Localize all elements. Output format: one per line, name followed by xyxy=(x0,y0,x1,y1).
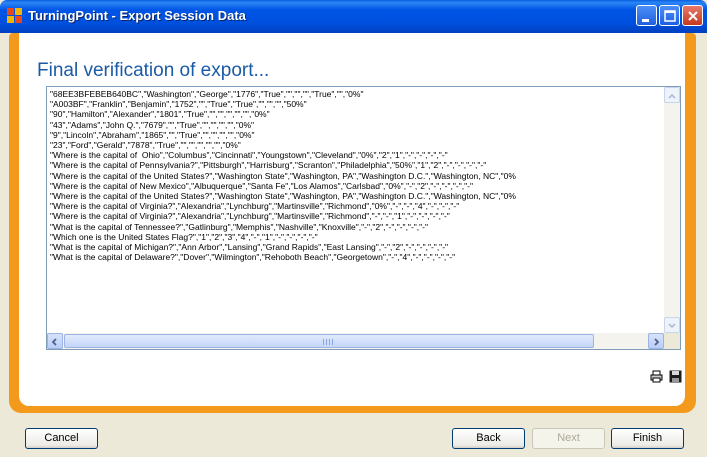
export-line: "Where is the capital of the United Stat… xyxy=(50,170,516,181)
export-line: "Where is the capital of Pennsylvania?",… xyxy=(50,160,487,171)
scroll-down-button[interactable] xyxy=(664,317,680,333)
vertical-scrollbar[interactable] xyxy=(664,87,680,333)
export-line: "What is the capital of Delaware?","Dove… xyxy=(50,252,456,263)
export-line: "Where is the capital of Virginia?","Ale… xyxy=(50,201,460,212)
export-line: "Where is the capital of Ohio","Columbus… xyxy=(50,150,448,161)
export-line: "90","Hamilton","Alexander","1801","True… xyxy=(50,109,270,120)
export-line: "Where is the capital of the United Stat… xyxy=(50,191,516,202)
minimize-button[interactable] xyxy=(636,5,657,26)
finish-button[interactable]: Finish xyxy=(611,428,684,449)
back-button[interactable]: Back xyxy=(452,428,525,449)
export-line: "9","Lincoln","Abraham","1865","","True"… xyxy=(50,129,255,140)
cancel-button[interactable]: Cancel xyxy=(25,428,98,449)
scroll-right-button[interactable] xyxy=(648,333,664,349)
export-preview-textarea[interactable]: "68EE3BFEBEB640BC","Washington","George"… xyxy=(46,86,681,350)
export-line: "68EE3BFEBEB640BC","Washington","George"… xyxy=(50,89,364,99)
print-icon[interactable] xyxy=(650,370,663,383)
scroll-up-button[interactable] xyxy=(664,87,680,103)
export-line: "Where is the capital of Virginia?","Ale… xyxy=(50,211,450,222)
maximize-button[interactable] xyxy=(659,5,680,26)
export-line: "Which one is the United States Flag?","… xyxy=(50,231,318,242)
horizontal-scrollbar[interactable] xyxy=(47,333,664,349)
export-line: "Where is the capital of New Mexico","Al… xyxy=(50,180,473,191)
scroll-left-button[interactable] xyxy=(47,333,63,349)
scrollbar-corner xyxy=(664,333,680,349)
turningpoint-app-icon xyxy=(7,8,22,23)
next-button[interactable]: Next xyxy=(532,428,605,449)
export-line: "43","Adams","John Q.","7679","","True",… xyxy=(50,119,255,130)
export-line: "23","Ford","Gerald","7878","True","",""… xyxy=(50,140,241,151)
export-line: "What is the capital of Tennessee?","Gat… xyxy=(50,221,429,232)
page-title: Final verification of export... xyxy=(37,60,270,81)
export-line: "A003BF","Franklin","Benjamin","1752",""… xyxy=(50,99,307,110)
save-icon[interactable] xyxy=(669,370,682,383)
horizontal-scroll-thumb[interactable] xyxy=(64,334,594,348)
export-line: "What is the capital of Michigan?","Ann … xyxy=(50,242,449,253)
title-bar[interactable]: TurningPoint - Export Session Data xyxy=(0,0,707,33)
close-button[interactable] xyxy=(682,5,703,26)
export-session-window: TurningPoint - Export Session Data Final… xyxy=(0,0,707,457)
window-title: TurningPoint - Export Session Data xyxy=(28,8,246,23)
export-preview-text: "68EE3BFEBEB640BC","Washington","George"… xyxy=(50,89,662,331)
